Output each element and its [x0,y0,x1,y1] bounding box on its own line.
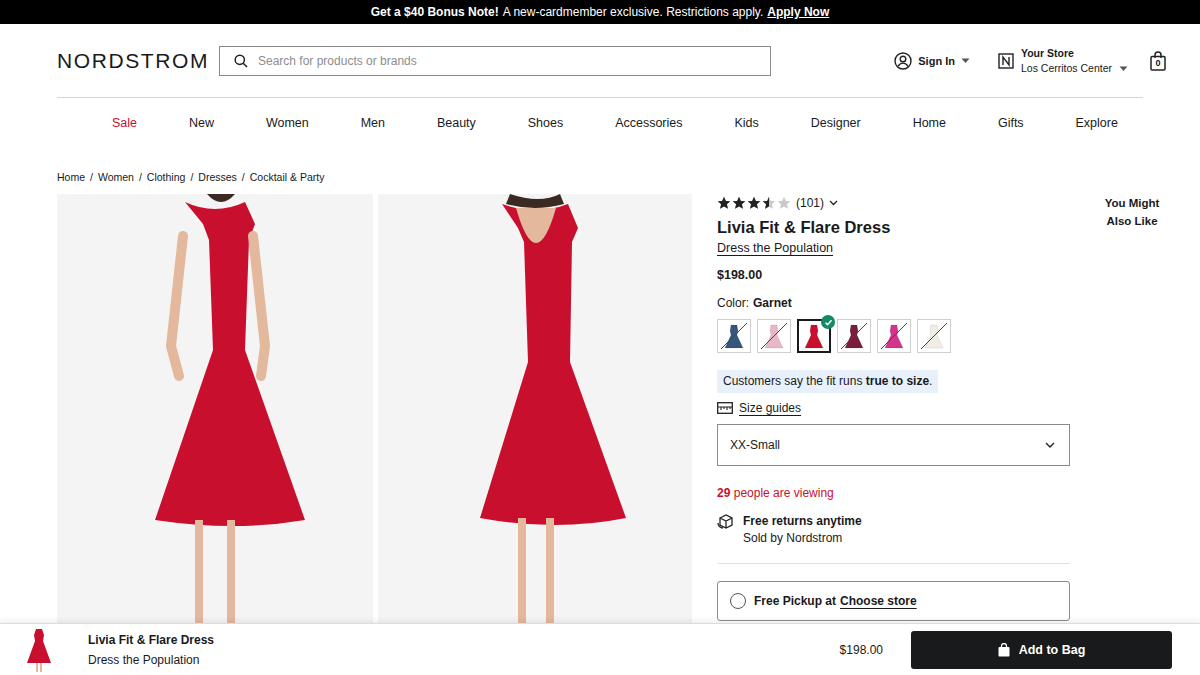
store-label: Your Store [1021,46,1112,61]
choose-store-link[interactable]: Choose store [840,594,917,608]
star-icon [747,196,761,210]
caret-down-icon [1119,66,1128,72]
chevron-down-icon [1045,442,1055,448]
brand-link[interactable]: Dress the Population [717,241,833,255]
sticky-brand: Dress the Population [88,650,214,670]
breadcrumb-separator: / [139,170,142,184]
breadcrumb-separator: / [90,170,93,184]
box-return-icon [717,513,735,531]
color-name: Garnet [753,296,792,310]
sign-in-label: Sign In [918,55,955,67]
store-selector[interactable]: Your StoreLos Cerritos Center [998,46,1128,76]
image-gallery [57,194,692,634]
breadcrumb-item[interactable]: Cocktail & Party [250,170,325,184]
swatch-dress-icon [759,321,789,351]
promo-headline: Get a $40 Bonus Note! [371,5,499,19]
fit-note: Customers say the fit runs true to size. [717,370,938,393]
color-swatch[interactable] [917,319,951,353]
breadcrumb-item[interactable]: Clothing [147,170,186,184]
nav-item[interactable]: Beauty [437,116,476,150]
add-to-bag-button[interactable]: Add to Bag [911,631,1172,669]
apply-now-link[interactable]: Apply Now [767,5,829,19]
nav-item[interactable]: Home [913,116,946,150]
nav-item[interactable]: New [189,116,214,150]
star-icon [777,196,791,210]
breadcrumb-item[interactable]: Home [57,170,85,184]
pickup-option[interactable]: Free Pickup at Choose store [717,581,1070,621]
search-placeholder: Search for products or brands [258,54,417,68]
promo-bar: Get a $40 Bonus Note! A new-cardmember ex… [0,0,1200,24]
main-nav: Sale New Women Men Beauty Shoes Accessories Kid… [0,98,1200,150]
product-info: (101) Livia Fit & Flare Dress Dress the Po… [717,194,1070,634]
bag-icon [998,643,1010,657]
review-count: (101) [796,196,824,210]
breadcrumb-item[interactable]: Women [98,170,134,184]
sticky-add-bar: Livia Fit & Flare DressDress the Populat… [0,623,1200,675]
star-icon [762,196,776,210]
color-swatch[interactable] [717,319,751,353]
dress-front-image [57,194,373,634]
pickup-radio[interactable] [730,593,746,609]
star-icon [732,196,746,210]
product-thumbnail [25,627,53,673]
product-title: Livia Fit & Flare Dress [717,216,890,238]
nav-item[interactable]: Shoes [528,116,563,150]
nav-item[interactable]: Sale [112,116,137,150]
color-swatch[interactable] [757,319,791,353]
store-name: Los Cerritos Center [1021,61,1112,76]
ruler-icon [717,402,733,414]
product-photo[interactable] [57,194,373,634]
size-select[interactable]: XX-Small [717,424,1070,466]
product-photo[interactable] [378,194,692,634]
swatch-dress-icon [719,321,749,351]
nav-item[interactable]: Accessories [615,116,682,150]
returns-info: Free returns anytimeSold by Nordstrom [717,513,862,547]
color-swatch[interactable] [797,319,831,353]
chevron-down-icon [829,200,838,206]
color-swatch[interactable] [877,319,911,353]
nav-item[interactable]: Kids [734,116,758,150]
swatch-dress-icon [919,321,949,351]
selected-check-icon [821,315,835,329]
breadcrumb: Home / Women / Clothing / Dresses / Cocktail & P… [0,150,1200,194]
search-icon [234,54,248,68]
dress-back-image [378,194,692,634]
color-swatches [717,319,951,353]
swatch-dress-icon [879,321,909,351]
breadcrumb-separator: / [242,170,245,184]
nav-item[interactable]: Designer [811,116,861,150]
rating[interactable]: (101) [717,196,838,210]
breadcrumb-separator: / [190,170,193,184]
caret-down-icon [961,58,970,64]
size-guides-link[interactable]: Size guides [717,401,801,415]
recommendations-title: You Might Also Like [1092,194,1172,634]
search-field[interactable]: Search for products or brands [219,46,771,76]
sticky-price: $198.00 [840,643,883,657]
bag-button[interactable]: 0 [1150,51,1166,71]
sign-in-button[interactable]: Sign In [894,52,970,70]
nav-item[interactable]: Explore [1076,116,1118,150]
header: NORDSTROM Search for products or brands Si… [0,24,1200,97]
star-icon [717,196,731,210]
returns-title: Free returns anytime [743,513,862,530]
nav-item[interactable]: Women [266,116,309,150]
bag-count: 0 [1150,58,1166,68]
viewing-count: 29 people are viewing [717,486,834,500]
size-value: XX-Small [730,438,780,452]
nav-item[interactable]: Gifts [998,116,1024,150]
swatch-dress-icon [839,321,869,351]
promo-text: A new-cardmember exclusive. Restrictions… [503,5,764,19]
returns-subtitle: Sold by Nordstrom [743,530,862,547]
sticky-title: Livia Fit & Flare Dress [88,630,214,650]
user-icon [894,52,912,70]
breadcrumb-item[interactable]: Dresses [198,170,237,184]
price: $198.00 [717,268,762,282]
color-swatch[interactable] [837,319,871,353]
product-page: Get a $40 Bonus Note! A new-cardmember ex… [0,0,1200,675]
nav-item[interactable]: Men [361,116,385,150]
logo[interactable]: NORDSTROM [57,49,219,73]
color-label: Color:Garnet [717,296,792,310]
store-icon [998,53,1014,69]
